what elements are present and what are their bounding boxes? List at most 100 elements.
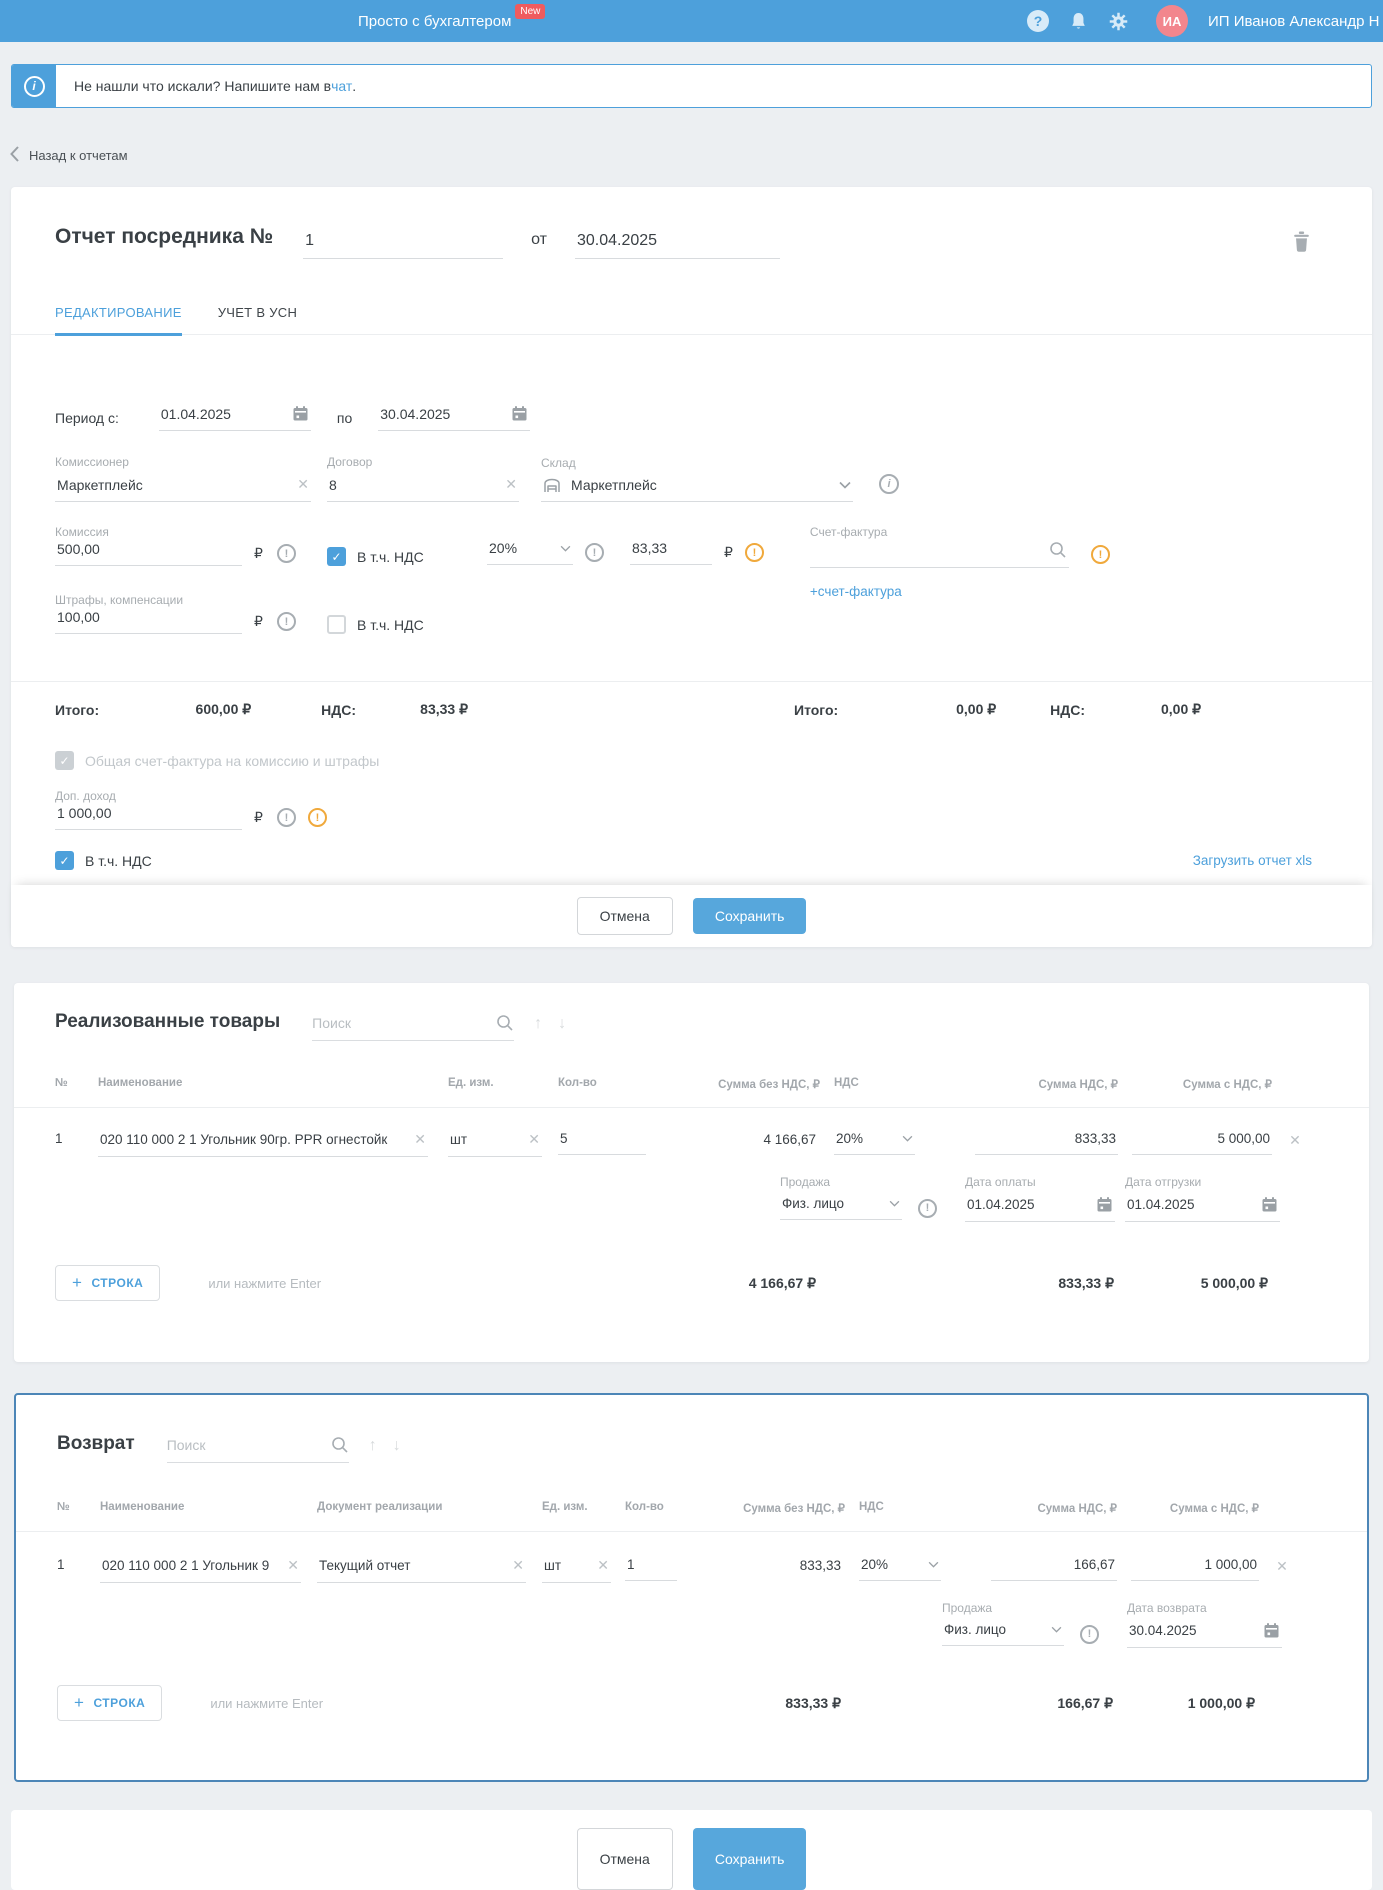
sale-type-select[interactable] xyxy=(780,1196,902,1220)
sort-up-icon[interactable]: ↑ xyxy=(369,1437,377,1463)
back-to-reports-link[interactable]: Назад к отчетам xyxy=(10,146,128,165)
pay-date-input[interactable] xyxy=(967,1197,1096,1212)
vat-rate-select[interactable] xyxy=(859,1557,941,1581)
sum-with-vat-input[interactable] xyxy=(1134,1131,1270,1146)
sum-with-vat-input[interactable] xyxy=(1133,1557,1257,1572)
help-icon[interactable]: ? xyxy=(1026,9,1050,33)
calendar-icon[interactable] xyxy=(1096,1196,1113,1213)
vat-sum-field[interactable] xyxy=(991,1557,1117,1581)
qty-input[interactable] xyxy=(560,1131,644,1146)
chevron-down-icon[interactable] xyxy=(560,545,571,552)
unit-input[interactable] xyxy=(450,1132,523,1147)
vat-sum-field[interactable] xyxy=(975,1131,1118,1155)
pay-date-field[interactable] xyxy=(965,1196,1115,1222)
sum-with-vat-field[interactable] xyxy=(1131,1557,1259,1581)
ship-date-input[interactable] xyxy=(1127,1197,1261,1212)
contract-input[interactable] xyxy=(329,476,500,493)
delete-report-icon[interactable] xyxy=(1293,231,1310,257)
vat-rate-select[interactable] xyxy=(834,1131,915,1155)
sale-type-value[interactable] xyxy=(782,1196,889,1211)
delete-row-icon[interactable]: ✕ xyxy=(1276,1558,1288,1574)
return-date-input[interactable] xyxy=(1129,1623,1263,1638)
warehouse-field[interactable] xyxy=(541,477,853,502)
sort-up-icon[interactable]: ↑ xyxy=(534,1015,542,1041)
sale-doc-input[interactable] xyxy=(319,1558,507,1573)
upload-xls-link[interactable]: Загрузить отчет xls xyxy=(1193,853,1312,868)
chevron-down-icon[interactable] xyxy=(928,1561,939,1568)
clear-icon[interactable]: ✕ xyxy=(297,476,309,493)
product-name-field[interactable]: ✕ xyxy=(98,1131,428,1157)
add-row-button[interactable]: + СТРОКА xyxy=(55,1265,161,1301)
search-icon[interactable] xyxy=(1049,541,1067,559)
save-button[interactable]: Сохранить xyxy=(692,1828,807,1890)
sum-with-vat-field[interactable] xyxy=(1132,1131,1272,1155)
report-date-field[interactable] xyxy=(575,232,780,259)
extra-income-vat-checkbox[interactable]: ✓ xyxy=(55,851,74,870)
commissioner-input[interactable] xyxy=(57,476,292,493)
vat-rate-value[interactable] xyxy=(836,1131,902,1146)
clear-icon[interactable]: ✕ xyxy=(512,1557,524,1574)
calendar-icon[interactable] xyxy=(1261,1196,1278,1213)
commission-field[interactable] xyxy=(55,541,242,566)
clear-icon[interactable]: ✕ xyxy=(528,1131,540,1148)
unit-input[interactable] xyxy=(544,1558,592,1573)
cancel-button[interactable]: Отмена xyxy=(576,897,673,935)
vat-sum-input[interactable] xyxy=(993,1557,1115,1572)
returns-search[interactable] xyxy=(166,1436,349,1463)
period-from-input[interactable] xyxy=(160,405,292,422)
report-number-field[interactable] xyxy=(303,232,504,259)
penalties-vat-checkbox[interactable] xyxy=(327,615,346,634)
sold-goods-search[interactable] xyxy=(312,1014,515,1041)
commission-vat-checkbox[interactable]: ✓ xyxy=(327,547,346,566)
return-date-field[interactable] xyxy=(1127,1622,1282,1648)
calendar-icon[interactable] xyxy=(292,405,309,422)
extra-income-field[interactable] xyxy=(55,805,242,830)
cancel-button[interactable]: Отмена xyxy=(576,1828,673,1890)
invoice-field[interactable] xyxy=(809,541,1069,568)
avatar[interactable]: ИА xyxy=(1156,5,1188,37)
sale-doc-field[interactable]: ✕ xyxy=(317,1557,526,1583)
vat-rate-value[interactable] xyxy=(861,1557,928,1572)
penalties-field[interactable] xyxy=(55,609,242,634)
product-name-input[interactable] xyxy=(102,1558,282,1573)
add-invoice-link[interactable]: +счет-фактура xyxy=(810,584,902,599)
ship-date-field[interactable] xyxy=(1125,1196,1280,1222)
qty-field[interactable] xyxy=(625,1557,677,1581)
product-name-input[interactable] xyxy=(100,1132,409,1147)
vat-rate-value[interactable] xyxy=(489,540,560,556)
vat-amount-field[interactable] xyxy=(630,540,712,565)
gear-icon[interactable] xyxy=(1106,9,1130,33)
clear-icon[interactable]: ✕ xyxy=(414,1131,426,1148)
clear-icon[interactable]: ✕ xyxy=(505,476,517,493)
sort-down-icon[interactable]: ↓ xyxy=(393,1437,401,1463)
calendar-icon[interactable] xyxy=(1263,1622,1280,1639)
delete-row-icon[interactable]: ✕ xyxy=(1289,1132,1301,1148)
vat-rate-select[interactable] xyxy=(487,540,573,565)
chevron-down-icon[interactable] xyxy=(889,1200,900,1207)
penalties-input[interactable] xyxy=(57,609,240,625)
sort-down-icon[interactable]: ↓ xyxy=(558,1015,566,1041)
chevron-down-icon[interactable] xyxy=(839,481,851,489)
bell-icon[interactable] xyxy=(1066,9,1090,33)
chevron-down-icon[interactable] xyxy=(902,1135,913,1142)
qty-field[interactable] xyxy=(558,1131,646,1155)
qty-input[interactable] xyxy=(627,1557,675,1572)
clear-icon[interactable]: ✕ xyxy=(597,1557,609,1574)
period-to-field[interactable] xyxy=(378,405,531,431)
user-name[interactable]: ИП Иванов Александр Н xyxy=(1208,13,1379,30)
unit-field[interactable]: ✕ xyxy=(448,1131,542,1157)
product-name-field[interactable]: ✕ xyxy=(100,1557,301,1583)
unit-field[interactable]: ✕ xyxy=(542,1557,611,1583)
commissioner-field[interactable]: ✕ xyxy=(55,476,311,502)
commission-input[interactable] xyxy=(57,541,240,557)
vat-amount-input[interactable] xyxy=(632,540,710,556)
search-input[interactable] xyxy=(166,1437,331,1453)
period-from-field[interactable] xyxy=(158,405,311,431)
search-icon[interactable] xyxy=(496,1014,514,1032)
vat-sum-input[interactable] xyxy=(977,1131,1116,1146)
add-row-button[interactable]: + СТРОКА xyxy=(57,1685,163,1721)
sale-type-value[interactable] xyxy=(944,1622,1051,1637)
report-number-input[interactable] xyxy=(305,232,502,250)
report-date-input[interactable] xyxy=(577,232,778,250)
search-icon[interactable] xyxy=(331,1436,349,1454)
